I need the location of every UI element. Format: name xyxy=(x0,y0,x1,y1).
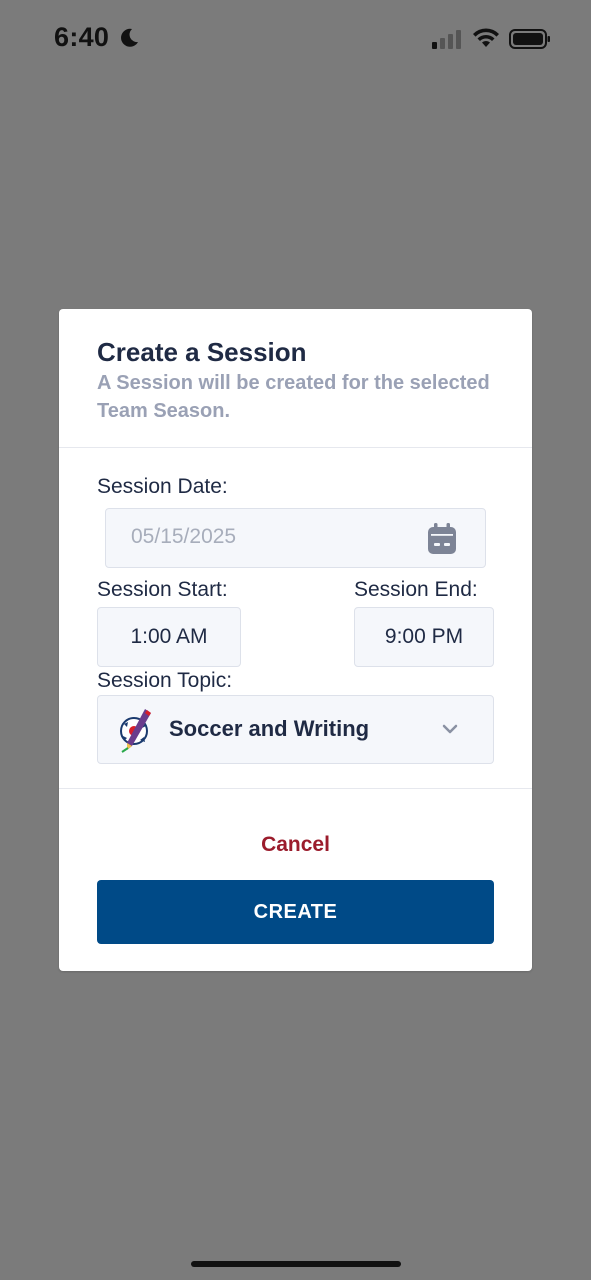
session-start-label: Session Start: xyxy=(97,578,228,601)
cancel-button[interactable]: Cancel xyxy=(59,833,532,857)
modal-header: Create a Session A Session will be creat… xyxy=(59,309,532,448)
session-topic-select[interactable]: Soccer and Writing xyxy=(97,695,494,764)
session-start-value: 1:00 AM xyxy=(130,625,208,648)
moon-icon xyxy=(121,28,138,47)
session-date-value: 05/15/2025 xyxy=(131,525,237,548)
cellular-signal-icon xyxy=(432,30,461,49)
create-session-modal: Create a Session A Session will be creat… xyxy=(59,309,532,971)
session-end-label: Session End: xyxy=(354,578,478,601)
home-indicator[interactable] xyxy=(191,1261,401,1267)
session-end-field[interactable]: 9:00 PM xyxy=(354,607,494,667)
session-start-field[interactable]: 1:00 AM xyxy=(97,607,241,667)
status-time: 6:40 xyxy=(54,22,110,52)
soccer-writing-icon xyxy=(120,709,151,753)
modal-title: Create a Session xyxy=(97,337,307,367)
wifi-icon xyxy=(473,28,499,47)
status-bar: 6:40 xyxy=(0,0,591,80)
session-date-label: Session Date: xyxy=(97,475,228,498)
chevron-down-icon xyxy=(442,724,458,734)
session-topic-value: Soccer and Writing xyxy=(169,716,370,741)
modal-subtitle: A Session will be created for the select… xyxy=(97,372,490,422)
session-topic-label: Session Topic: xyxy=(97,669,233,692)
calendar-icon[interactable] xyxy=(427,523,457,555)
footer-divider xyxy=(59,788,532,789)
battery-icon xyxy=(509,29,550,49)
session-date-field[interactable]: 05/15/2025 xyxy=(105,508,486,568)
session-end-value: 9:00 PM xyxy=(384,625,464,648)
create-button[interactable]: CREATE xyxy=(97,880,494,944)
